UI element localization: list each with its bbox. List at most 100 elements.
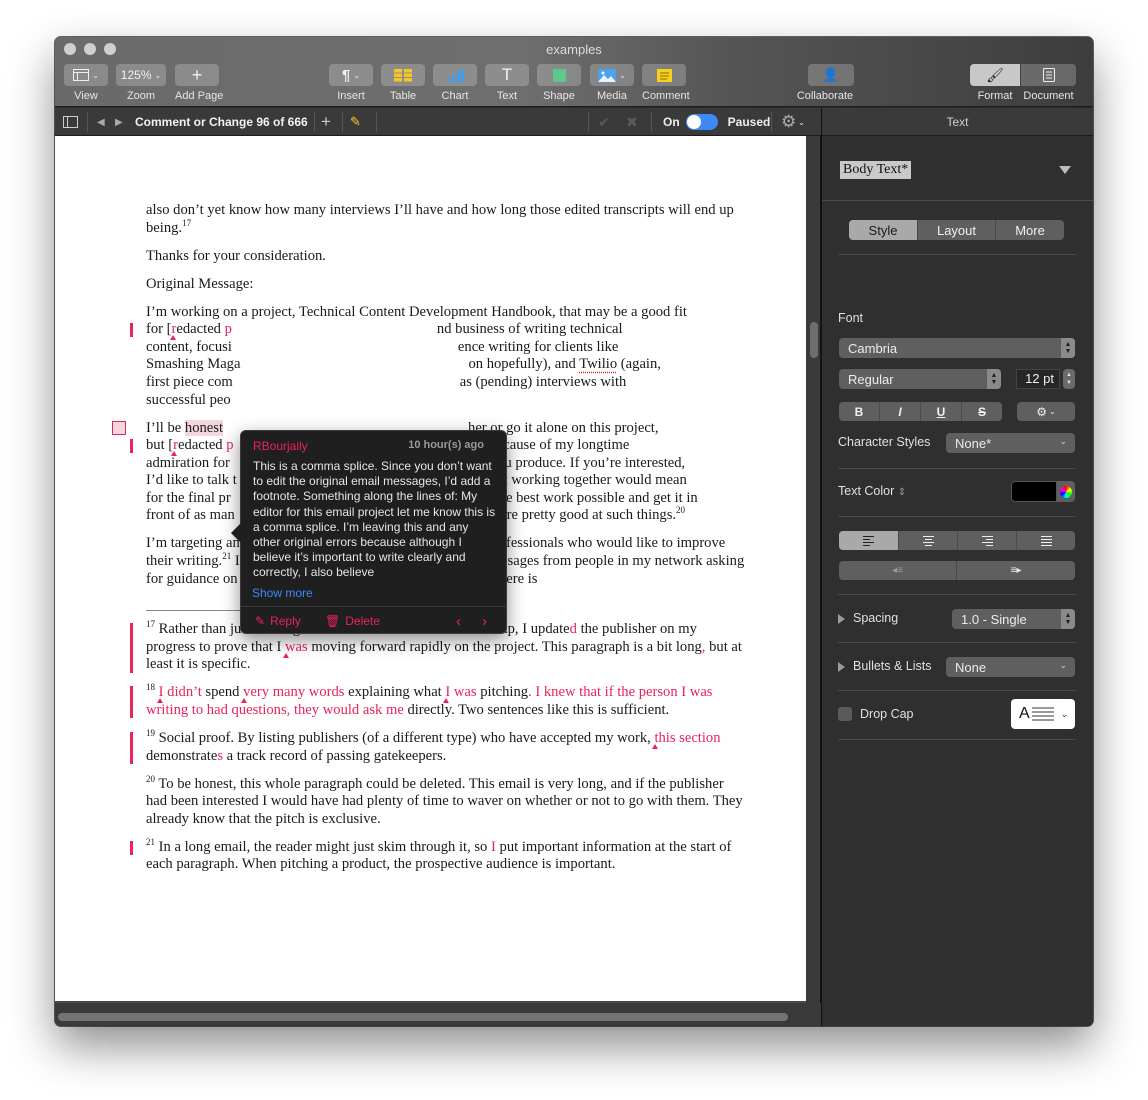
drop-cap-label: Drop Cap: [860, 707, 914, 721]
reply-button[interactable]: ✎ Reply: [255, 614, 301, 628]
indent-buttons: ◂≡ ≡▸: [839, 561, 1075, 580]
media-label: Media: [597, 90, 627, 102]
highlight-button[interactable]: ✎: [350, 108, 361, 136]
add-comment-button[interactable]: +: [321, 108, 331, 136]
paragraph: Thanks for your consideration.: [146, 247, 326, 264]
strikethrough-button[interactable]: S: [962, 402, 1002, 421]
vertical-scroll-thumb[interactable]: [810, 322, 818, 358]
vertical-scrollbar[interactable]: [806, 136, 821, 1026]
tracking-settings-button[interactable]: ⚙ ⌄: [781, 108, 805, 136]
tab-more[interactable]: More: [996, 220, 1064, 240]
toolbar: examples ⌄ View 125% ⌄ Zoom + Add Page ¶ ⌄…: [55, 37, 1093, 107]
change-bar[interactable]: [130, 623, 133, 674]
previous-comment-button[interactable]: ‹: [456, 613, 461, 630]
footnote-ref[interactable]: 21: [222, 551, 231, 561]
paragraph-style-dropdown-icon[interactable]: [1059, 166, 1071, 174]
gear-icon: ⚙: [781, 112, 797, 131]
document-canvas[interactable]: also don’t yet know how many interviews …: [55, 136, 806, 1003]
underline-button[interactable]: U: [921, 402, 962, 421]
previous-change-button[interactable]: ◀: [97, 108, 105, 136]
next-change-button[interactable]: ▶: [115, 108, 123, 136]
horizontal-scroll-thumb[interactable]: [58, 1013, 788, 1021]
inspector-title: Text: [822, 108, 1093, 136]
align-center-button[interactable]: [899, 531, 958, 550]
drop-cap-style-select[interactable]: A ⌄: [1011, 699, 1075, 729]
chevron-down-icon: ⌄: [92, 70, 99, 80]
commented-text[interactable]: honest: [184, 419, 224, 436]
view-button[interactable]: ⌄ View: [64, 64, 108, 102]
horizontal-scrollbar[interactable]: [55, 1003, 821, 1026]
paragraph-style-name[interactable]: Body Text*: [840, 161, 912, 179]
character-styles-select[interactable]: None* ⌄: [946, 433, 1075, 453]
chevron-down-icon: ⌄: [798, 117, 805, 127]
review-bar: ◀ ▶ Comment or Change 96 of 666 + ✎ ✔ ✖ …: [55, 108, 821, 136]
highlighter-icon: ✎: [350, 114, 361, 129]
font-family-select[interactable]: Cambria ▲ ▼: [839, 338, 1075, 358]
delete-button[interactable]: 🗑 Delete: [325, 614, 380, 628]
bold-button[interactable]: B: [839, 402, 880, 421]
bullets-lists-select[interactable]: None ⌄: [946, 657, 1075, 677]
drop-cap-lines-icon: [1031, 707, 1054, 721]
checkmark-circle-icon: ✔: [598, 113, 610, 130]
document-tab-button[interactable]: Document: [1021, 64, 1076, 102]
bullets-lists-label[interactable]: Bullets & Lists: [853, 659, 932, 673]
format-tab-button[interactable]: 🖌 Format: [970, 64, 1020, 102]
shape-button[interactable]: Shape: [537, 64, 581, 102]
next-comment-button[interactable]: ›: [482, 613, 487, 630]
change-bar[interactable]: [130, 686, 133, 719]
align-left-button[interactable]: [839, 531, 899, 550]
zoom-button[interactable]: 125% ⌄ Zoom: [116, 64, 166, 102]
show-more-link[interactable]: Show more: [252, 586, 313, 600]
square-icon: [552, 68, 566, 82]
change-bar[interactable]: [130, 840, 133, 855]
chevron-down-icon: ⌄: [1060, 708, 1069, 719]
text-color-well[interactable]: [1011, 481, 1057, 502]
decrease-indent-button[interactable]: ◂≡: [839, 561, 957, 580]
accept-change-button[interactable]: ✔: [598, 108, 610, 136]
align-center-icon: [922, 535, 934, 546]
plus-icon: +: [321, 112, 331, 131]
font-size-field[interactable]: 12 pt: [1016, 369, 1060, 389]
increase-indent-button[interactable]: ≡▸: [957, 561, 1075, 580]
text-options-button[interactable]: ⚙ ⌄: [1017, 402, 1075, 421]
align-right-button[interactable]: [958, 531, 1017, 550]
comment-marker[interactable]: [112, 420, 126, 435]
table-button[interactable]: Table: [381, 64, 425, 102]
footnote-ref[interactable]: 17: [182, 218, 191, 228]
shape-label: Shape: [543, 90, 575, 102]
collaborate-button[interactable]: 👤 Collaborate: [797, 64, 854, 102]
spacing-label[interactable]: Spacing: [853, 611, 898, 625]
text-button[interactable]: T Text: [485, 64, 529, 102]
bullets-disclosure-icon[interactable]: [838, 662, 845, 672]
gear-icon: ⚙: [1036, 404, 1048, 419]
footnote-ref[interactable]: 20: [676, 506, 685, 516]
comments-pane-button[interactable]: [63, 108, 78, 136]
footnote-20: 20 To be honest, this whole paragraph co…: [146, 773, 743, 827]
change-bar[interactable]: [130, 731, 133, 764]
add-page-button[interactable]: + Add Page: [175, 64, 223, 102]
typeface-select[interactable]: Regular ▲ ▼: [839, 369, 1001, 389]
color-picker-button[interactable]: [1057, 481, 1075, 502]
insert-button[interactable]: ¶ ⌄ Insert: [329, 64, 373, 102]
drop-cap-checkbox[interactable]: [838, 707, 852, 721]
chevron-down-icon: ⌄: [1049, 407, 1056, 416]
change-bar[interactable]: [130, 438, 133, 453]
tab-style[interactable]: Style: [849, 220, 918, 240]
font-style-buttons: B I U S: [839, 402, 1002, 421]
justify-button[interactable]: [1017, 531, 1075, 550]
italic-button[interactable]: I: [880, 402, 921, 421]
track-changes-toggle[interactable]: [685, 114, 718, 130]
font-size-stepper[interactable]: ▲ ▼: [1063, 369, 1075, 389]
change-bar[interactable]: [130, 322, 133, 337]
spacing-disclosure-icon[interactable]: [838, 614, 845, 624]
add-page-label: Add Page: [175, 90, 224, 102]
spacing-select[interactable]: 1.0 - Single ▲ ▼: [952, 609, 1075, 629]
chart-button[interactable]: Chart: [433, 64, 477, 102]
comment-button[interactable]: Comment: [642, 64, 690, 102]
reject-change-button[interactable]: ✖: [626, 108, 638, 136]
updown-icon: ⇕: [897, 487, 907, 498]
media-button[interactable]: ⌄ Media: [590, 64, 634, 102]
pencil-icon: ✎: [255, 614, 266, 628]
justify-icon: [1040, 535, 1052, 546]
tab-layout[interactable]: Layout: [918, 220, 996, 240]
